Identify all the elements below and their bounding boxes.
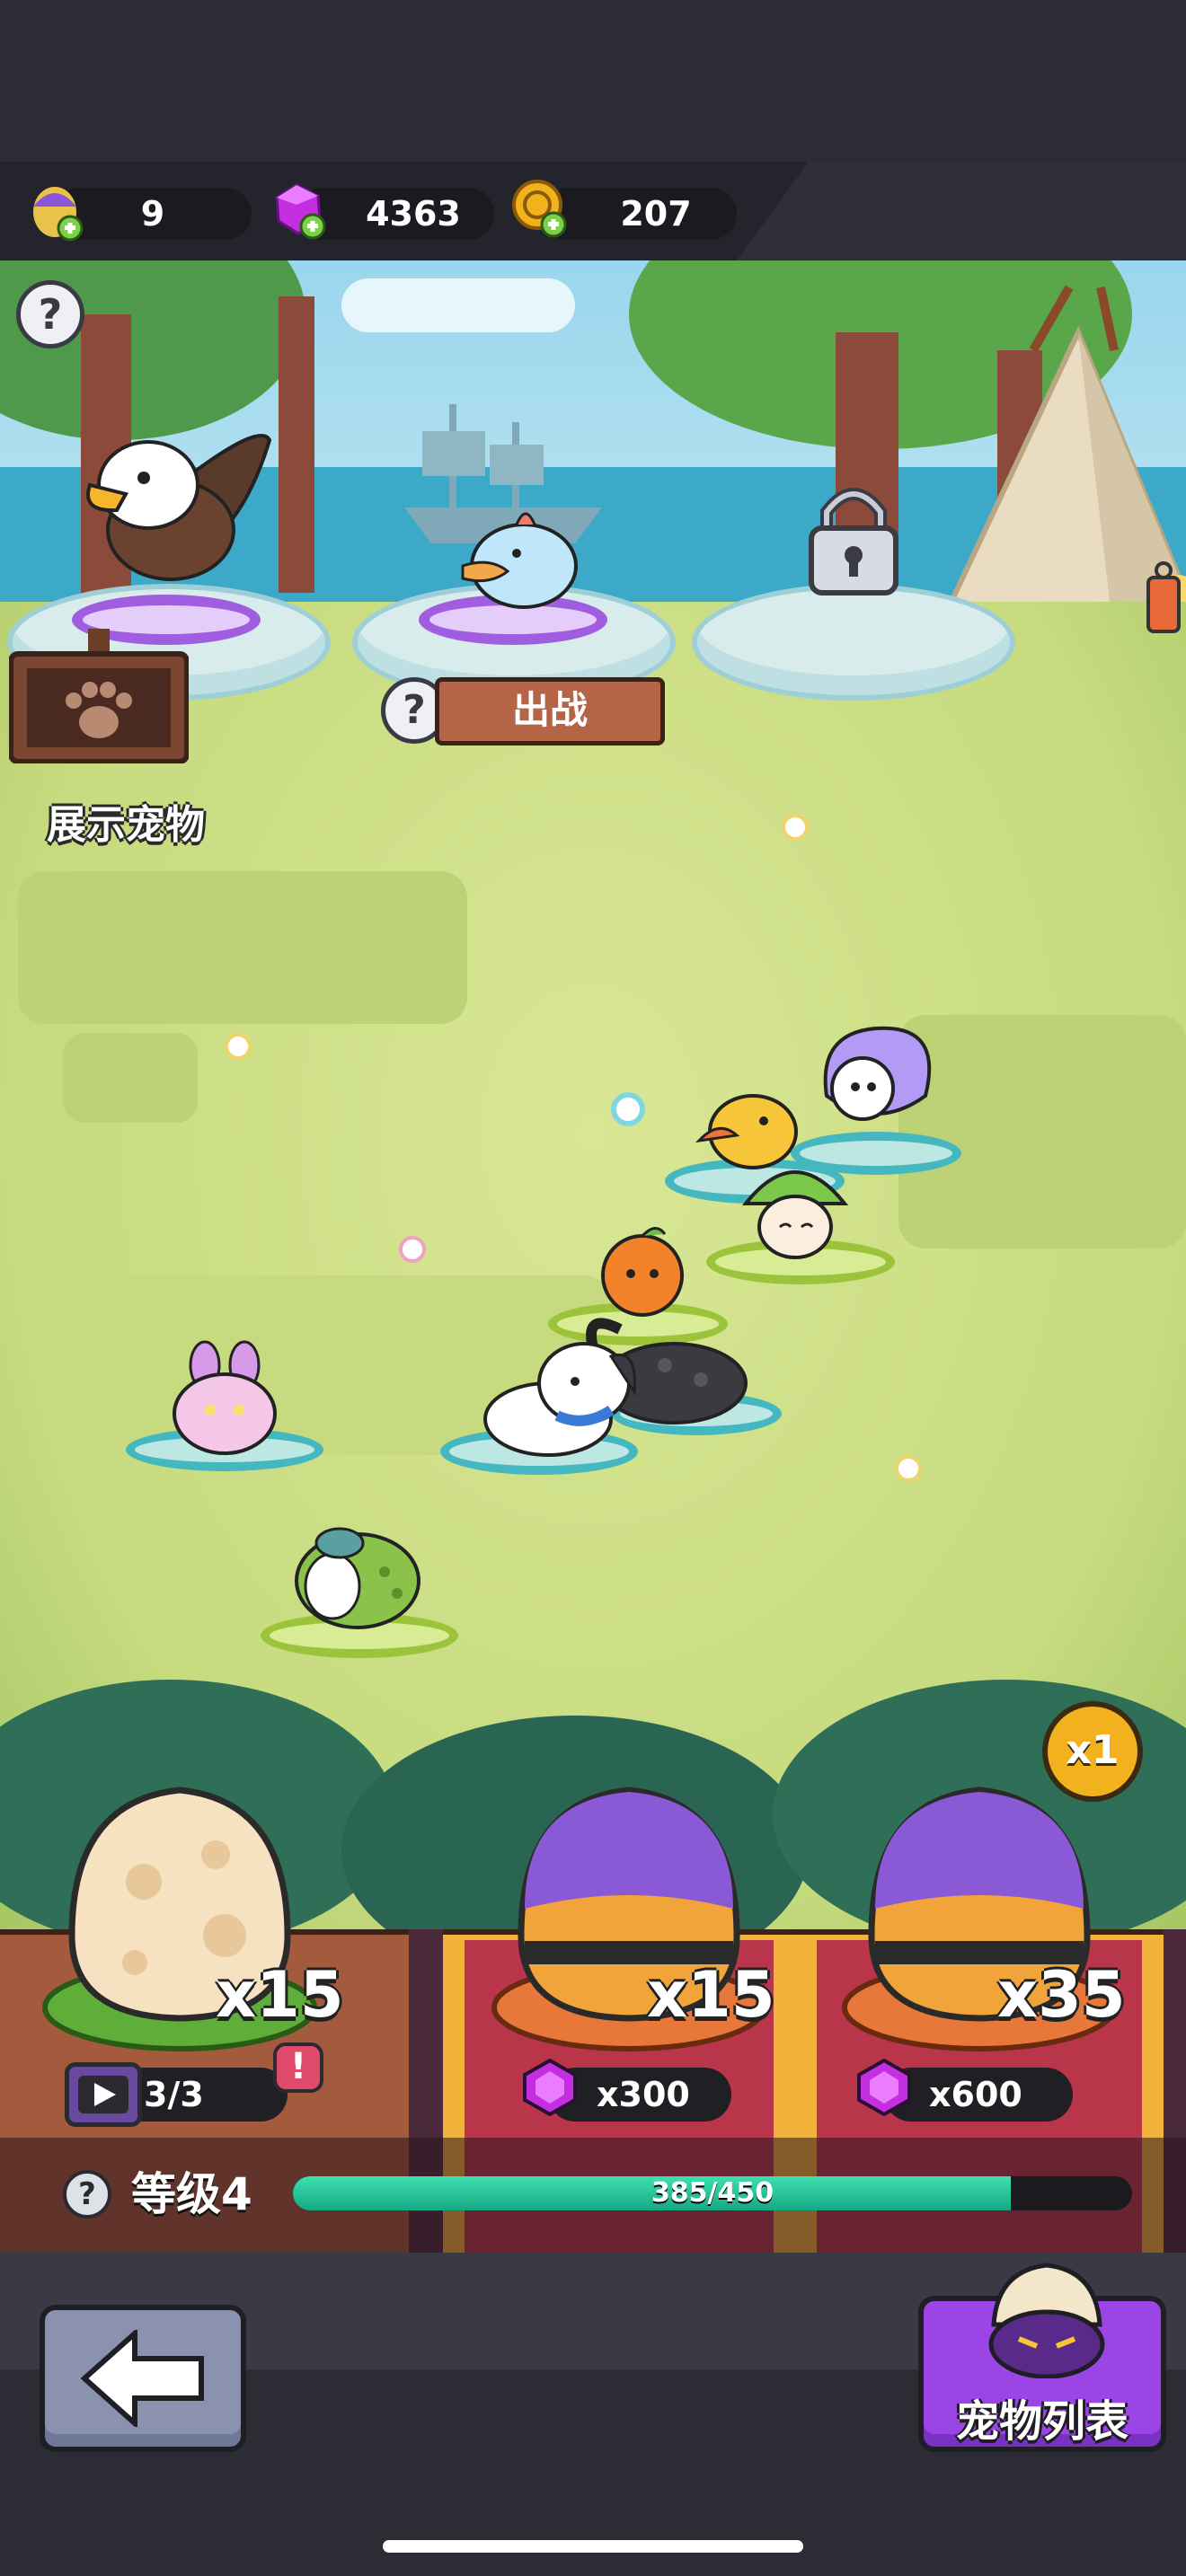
blue-bird-pet[interactable] [454, 503, 589, 611]
gold-add-icon[interactable] [509, 176, 571, 243]
deploy-button[interactable]: 出战 [435, 677, 665, 745]
deluxe-egg-count: x35 [997, 1958, 1126, 2032]
cloud [341, 278, 575, 332]
resource-bar-tail [737, 162, 1186, 260]
purple-ghost-pet[interactable] [809, 1015, 943, 1141]
flower-decoration [399, 1236, 426, 1263]
flower-decoration [782, 814, 809, 841]
frog-pet[interactable] [286, 1500, 429, 1635]
status-bar [0, 0, 1186, 162]
xp-progress-bar: 385/450 [293, 2176, 1132, 2210]
egg-ticket-value: 9 [140, 194, 165, 234]
gem-icon [857, 2059, 911, 2116]
pet-yard-scene: ? 展示宠物 ? 出战 x1 [0, 260, 1186, 1931]
mushroom-pet[interactable] [737, 1150, 854, 1266]
egg-ghost-icon [988, 2263, 1105, 2378]
level-label: 等级4 [131, 2168, 252, 2220]
pet-list-label: 宠物列表 [955, 2396, 1128, 2447]
xp-progress-text: 385/450 [651, 2177, 774, 2209]
premium-cost-value: x300 [597, 2075, 690, 2114]
deluxe-cost-value: x600 [929, 2075, 1022, 2114]
eagle-pet[interactable] [81, 422, 279, 602]
orange-pet[interactable] [593, 1222, 692, 1320]
grass-patch [63, 1033, 198, 1123]
dog-pet[interactable] [458, 1329, 647, 1464]
gem-icon [523, 2059, 577, 2116]
grass-patch [18, 871, 467, 1024]
gem-add-icon[interactable] [268, 178, 331, 244]
gem-value: 4363 [366, 194, 461, 234]
alert-badge-icon: ! [273, 2042, 323, 2093]
egg-ticket-add-icon[interactable] [25, 180, 88, 246]
video-ad-icon[interactable] [65, 2062, 142, 2127]
flower-decoration [895, 1455, 922, 1482]
back-arrow-icon [81, 2330, 204, 2427]
gold-value: 207 [620, 194, 692, 234]
level-help-button[interactable]: ? [63, 2170, 111, 2219]
tree-trunk [279, 296, 314, 593]
premium-egg-count: x15 [647, 1958, 775, 2032]
home-indicator [383, 2540, 803, 2553]
flower-decoration [225, 1033, 252, 1060]
back-button[interactable] [40, 2305, 246, 2452]
basic-egg-count: x15 [216, 1958, 344, 2032]
lantern-icon [1146, 561, 1181, 633]
showcase-label: 展示宠物 [47, 802, 205, 848]
video-cost-value: 3/3 [144, 2075, 204, 2114]
flower-decoration [611, 1092, 645, 1126]
pink-bunny-pet[interactable] [162, 1338, 288, 1455]
showcase-sign[interactable] [9, 629, 189, 763]
help-button[interactable]: ? [16, 280, 84, 348]
lock-icon [809, 488, 898, 595]
